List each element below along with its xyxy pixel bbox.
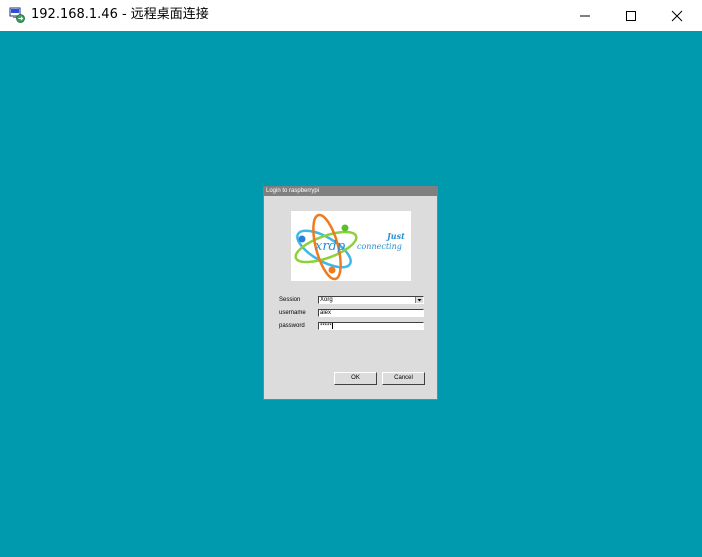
xrdp-logo: xrdp Just connecting [291, 211, 411, 281]
session-select[interactable]: Xorg [318, 296, 424, 304]
logo-tagline-line1: Just [385, 231, 405, 241]
dropdown-arrow[interactable] [415, 297, 423, 303]
password-value: ***** [320, 323, 332, 330]
text-cursor [331, 323, 333, 329]
session-label: Session [279, 297, 301, 303]
maximize-button[interactable] [608, 0, 654, 31]
title-bar: 192.168.1.46 - 远程桌面连接 [0, 0, 702, 31]
maximize-icon [626, 11, 636, 21]
username-label: username [279, 310, 306, 316]
password-label: password [279, 323, 305, 329]
cancel-button[interactable]: Cancel [382, 372, 425, 385]
password-input[interactable]: ***** [318, 322, 424, 330]
username-input[interactable]: alex [318, 309, 424, 317]
username-value: alex [320, 310, 332, 316]
close-icon [671, 10, 683, 22]
session-value: Xorg [320, 297, 333, 303]
remote-desktop-window: 192.168.1.46 - 远程桌面连接 Login to raspberry… [0, 0, 702, 557]
window-title: 192.168.1.46 - 远程桌面连接 [31, 7, 209, 22]
login-dialog: Login to raspberrypi xrdp Just connectin… [263, 186, 438, 400]
ok-button[interactable]: OK [334, 372, 377, 385]
login-title-bar: Login to raspberrypi [264, 187, 437, 196]
remote-desktop-icon [9, 7, 25, 23]
login-title: Login to raspberrypi [266, 188, 320, 194]
minimize-button[interactable] [562, 0, 608, 31]
minimize-icon [580, 15, 590, 17]
xrdp-atom-icon: xrdp Just connecting [294, 213, 405, 281]
close-button[interactable] [654, 0, 700, 31]
xrdp-brand: xrdp [315, 239, 346, 254]
logo-tagline-line2: connecting [357, 242, 402, 251]
chevron-down-icon [417, 299, 422, 302]
